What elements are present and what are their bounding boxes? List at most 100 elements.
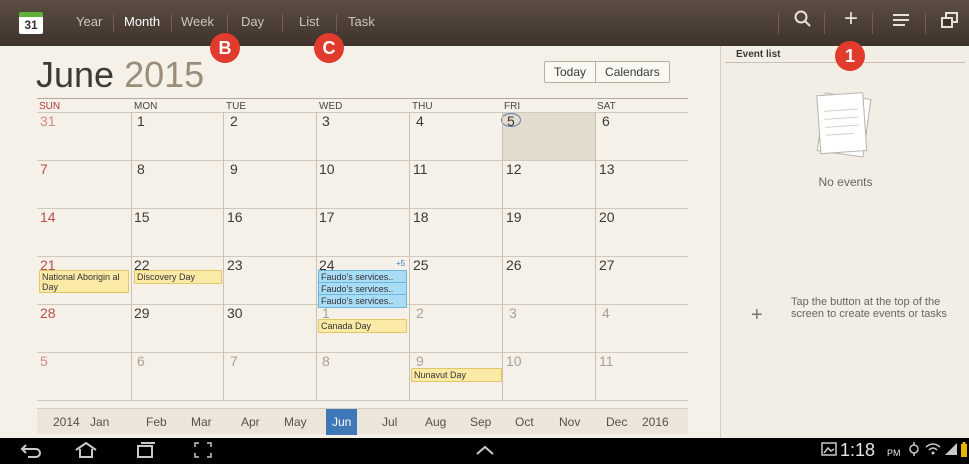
add-icon[interactable]: + (751, 304, 763, 327)
day-cell[interactable]: 25 (413, 257, 429, 273)
today-button[interactable]: Today (545, 62, 595, 82)
event-chip[interactable]: National Aborigin al Day (39, 270, 129, 293)
back-icon[interactable] (20, 441, 42, 464)
grid-line (131, 112, 132, 400)
day-cell[interactable]: 11 (413, 161, 428, 177)
month-item[interactable]: Feb (146, 415, 167, 429)
day-cell[interactable]: 23 (227, 257, 243, 273)
tab-divider (113, 14, 114, 32)
grid-line (595, 112, 596, 400)
month-item[interactable]: Aug (425, 415, 446, 429)
day-cell[interactable]: 1 (137, 113, 145, 129)
signal-icon (944, 442, 958, 462)
tab-year[interactable]: Year (76, 14, 102, 29)
day-cell[interactable]: 6 (602, 113, 610, 129)
day-cell[interactable]: 18 (413, 209, 429, 225)
annotation-badge-b: B (210, 33, 240, 63)
month-item[interactable]: Jul (382, 415, 397, 429)
day-cell[interactable]: 13 (599, 161, 615, 177)
toolbar-divider (925, 12, 926, 34)
day-cell[interactable]: 8 (322, 353, 330, 369)
calendar-app-icon[interactable]: 31 (19, 12, 43, 34)
grid-line (502, 112, 503, 400)
month-item[interactable]: Mar (191, 415, 212, 429)
wifi-icon (925, 442, 941, 462)
month-name: June (36, 54, 115, 95)
tab-divider (336, 14, 337, 32)
next-year-link[interactable]: 2016 (642, 415, 669, 429)
tab-task[interactable]: Task (348, 14, 375, 29)
tab-month[interactable]: Month (124, 14, 160, 29)
event-chip[interactable]: Canada Day (318, 319, 407, 333)
day-cell[interactable]: 16 (227, 209, 243, 225)
weekday-header: MON (134, 101, 158, 112)
day-cell[interactable]: 3 (509, 305, 517, 321)
more-events-badge[interactable]: +5 (396, 259, 405, 268)
tab-list[interactable]: List (299, 14, 319, 29)
day-cell[interactable]: 7 (230, 353, 238, 369)
day-cell[interactable]: 17 (319, 209, 335, 225)
day-cell[interactable]: 27 (599, 257, 615, 273)
month-item[interactable]: Oct (515, 415, 534, 429)
day-cell[interactable]: 4 (602, 305, 610, 321)
month-item[interactable]: Nov (559, 415, 580, 429)
day-cell[interactable]: 9 (230, 161, 238, 177)
search-icon[interactable] (794, 9, 812, 35)
weekday-header: WED (319, 101, 343, 112)
day-cell[interactable]: 20 (599, 209, 615, 225)
day-cell[interactable]: 19 (506, 209, 522, 225)
day-cell[interactable]: 7 (40, 161, 48, 177)
day-cell[interactable]: 8 (137, 161, 145, 177)
day-cell[interactable]: 15 (134, 209, 150, 225)
day-cell-today[interactable]: 5 (507, 113, 515, 129)
event-chip[interactable]: Nunavut Day (411, 368, 502, 382)
month-item[interactable]: Dec (606, 415, 627, 429)
recent-apps-icon[interactable] (135, 441, 157, 464)
month-item-selected[interactable]: Jun (332, 415, 351, 429)
day-cell[interactable]: 9 (416, 353, 424, 369)
grid-line (409, 112, 410, 400)
day-cell[interactable]: 2 (416, 305, 424, 321)
event-chip[interactable]: Discovery Day (134, 270, 222, 284)
tab-divider (171, 14, 172, 32)
home-icon[interactable] (74, 441, 98, 464)
day-cell[interactable]: 31 (40, 113, 56, 129)
multiwindow-icon[interactable] (941, 10, 959, 34)
grid-line (37, 160, 688, 161)
month-item[interactable]: May (284, 415, 307, 429)
chevron-up-icon[interactable] (474, 441, 496, 464)
menu-icon[interactable] (893, 10, 911, 34)
day-cell[interactable]: 10 (319, 161, 335, 177)
calendars-button[interactable]: Calendars (596, 62, 669, 82)
day-cell[interactable]: 28 (40, 305, 56, 321)
month-scroller[interactable]: 2014 Jan Feb Mar Apr May Jun Jul Aug Sep… (37, 408, 688, 435)
day-cell[interactable]: 4 (416, 113, 424, 129)
day-cell[interactable]: 2 (230, 113, 238, 129)
day-cell[interactable]: 29 (134, 305, 150, 321)
month-item[interactable]: Sep (470, 415, 491, 429)
clock-ampm: PM (887, 448, 901, 458)
prev-year-link[interactable]: 2014 (53, 415, 80, 429)
day-cell[interactable]: 11 (599, 353, 614, 369)
annotation-badge-c: C (314, 33, 344, 63)
day-cell[interactable]: 3 (322, 113, 330, 129)
clock-time: 1:18 (840, 440, 876, 460)
tab-day[interactable]: Day (241, 14, 264, 29)
day-cell[interactable]: 5 (40, 353, 48, 369)
screenshot-icon[interactable] (193, 441, 213, 464)
day-cell[interactable]: 6 (137, 353, 145, 369)
grid-line (37, 352, 688, 353)
add-event-icon[interactable]: + (844, 7, 858, 31)
day-cell[interactable]: 26 (506, 257, 522, 273)
tab-week[interactable]: Week (181, 14, 214, 29)
day-cell[interactable]: 14 (40, 209, 56, 225)
toolbar-divider (872, 12, 873, 34)
day-cell[interactable]: 12 (506, 161, 522, 177)
grid-line (37, 112, 688, 113)
month-item[interactable]: Apr (241, 415, 260, 429)
annotation-badge-1: 1 (835, 41, 865, 71)
day-cell[interactable]: 30 (227, 305, 243, 321)
month-item[interactable]: Jan (90, 415, 109, 429)
event-chip[interactable]: Faudo's services.. (318, 294, 407, 308)
day-cell[interactable]: 10 (506, 353, 522, 369)
